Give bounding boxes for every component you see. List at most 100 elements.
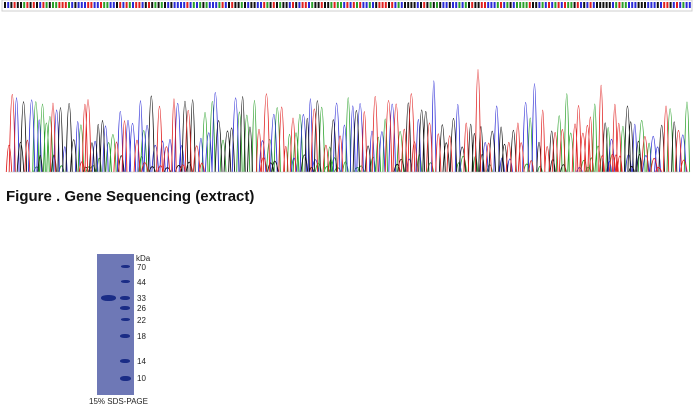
base-call-mark xyxy=(122,2,125,8)
base-call-mark xyxy=(311,2,314,8)
base-call-mark xyxy=(522,2,525,8)
base-call-mark xyxy=(464,2,467,8)
base-call-mark xyxy=(541,2,544,8)
base-call-mark xyxy=(132,2,134,8)
base-call-mark xyxy=(250,2,253,8)
marker-band-14 xyxy=(120,359,130,363)
base-call-mark xyxy=(215,2,218,8)
base-call-mark xyxy=(445,2,448,8)
base-call-mark xyxy=(64,2,67,8)
base-call-mark xyxy=(260,2,262,8)
marker-band-70 xyxy=(121,265,130,268)
base-call-mark xyxy=(247,2,250,8)
base-call-mark xyxy=(295,2,298,8)
base-call-mark xyxy=(199,2,202,8)
base-call-mark xyxy=(628,2,630,8)
base-call-mark xyxy=(160,2,163,8)
base-call-mark xyxy=(90,2,93,8)
base-call-mark xyxy=(279,2,282,8)
base-call-mark xyxy=(560,2,563,8)
base-call-mark xyxy=(506,2,509,8)
base-call-mark xyxy=(327,2,330,8)
base-call-mark xyxy=(660,2,662,8)
base-call-mark xyxy=(205,2,208,8)
base-call-mark xyxy=(87,2,90,8)
base-call-mark xyxy=(4,2,6,8)
base-call-mark xyxy=(490,2,493,8)
base-call-mark xyxy=(653,2,656,8)
base-call-mark xyxy=(512,2,515,8)
base-call-mark xyxy=(55,2,58,8)
marker-label-26: 26 xyxy=(137,304,146,313)
sequencing-chromatogram xyxy=(1,0,693,173)
base-call-mark xyxy=(266,2,269,8)
base-call-mark xyxy=(74,2,77,8)
base-call-mark xyxy=(554,2,557,8)
marker-label-14: 14 xyxy=(137,357,146,366)
base-call-mark xyxy=(484,2,486,8)
base-call-mark xyxy=(656,2,659,8)
marker-band-22 xyxy=(121,318,130,321)
base-call-mark xyxy=(186,2,189,8)
base-call-mark xyxy=(410,2,413,8)
base-call-mark xyxy=(237,2,240,8)
base-call-mark xyxy=(202,2,205,8)
base-call-mark xyxy=(525,2,528,8)
base-call-mark xyxy=(548,2,550,8)
base-call-mark xyxy=(375,2,378,8)
base-call-mark xyxy=(125,2,128,8)
base-call-mark xyxy=(448,2,451,8)
base-call-mark xyxy=(596,2,598,8)
base-call-mark xyxy=(80,2,83,8)
base-call-mark xyxy=(580,2,582,8)
base-call-mark xyxy=(20,2,22,8)
base-call-mark xyxy=(592,2,595,8)
base-call-mark xyxy=(487,2,490,8)
base-call-mark xyxy=(368,2,371,8)
base-call-mark xyxy=(180,2,182,8)
base-call-mark xyxy=(253,2,256,8)
base-call-mark xyxy=(23,2,26,8)
base-call-mark xyxy=(93,2,96,8)
base-call-mark xyxy=(285,2,288,8)
base-call-mark xyxy=(570,2,573,8)
base-call-mark xyxy=(644,2,646,8)
base-call-strip xyxy=(1,0,693,12)
base-call-mark xyxy=(685,2,688,8)
base-call-mark xyxy=(304,2,307,8)
base-call-mark xyxy=(148,2,150,8)
base-call-mark xyxy=(688,2,691,8)
base-call-mark xyxy=(372,2,374,8)
marker-label-10: 10 xyxy=(137,374,146,383)
base-call-mark xyxy=(471,2,474,8)
base-call-mark xyxy=(157,2,160,8)
base-call-mark xyxy=(176,2,179,8)
base-call-mark xyxy=(608,2,611,8)
marker-band-26 xyxy=(120,306,130,310)
sds-page-gel-image xyxy=(97,254,134,395)
base-call-mark xyxy=(32,2,35,8)
base-call-mark xyxy=(336,2,339,8)
base-call-mark xyxy=(29,2,32,8)
base-call-mark xyxy=(397,2,400,8)
base-call-mark xyxy=(407,2,410,8)
base-call-mark xyxy=(135,2,138,8)
marker-label-70: 70 xyxy=(137,263,146,272)
base-call-mark xyxy=(535,2,538,8)
base-call-mark xyxy=(634,2,637,8)
base-call-mark xyxy=(551,2,554,8)
marker-band-44 xyxy=(121,280,130,283)
base-call-mark xyxy=(234,2,237,8)
base-call-mark xyxy=(36,2,38,8)
base-call-mark xyxy=(330,2,333,8)
base-call-mark xyxy=(276,2,278,8)
base-call-mark xyxy=(468,2,470,8)
base-call-mark xyxy=(154,2,157,8)
base-call-mark xyxy=(416,2,419,8)
base-call-mark xyxy=(637,2,640,8)
sample-band xyxy=(101,295,116,301)
base-call-mark xyxy=(346,2,349,8)
base-call-mark xyxy=(480,2,483,8)
base-call-mark xyxy=(426,2,429,8)
base-call-mark xyxy=(333,2,336,8)
